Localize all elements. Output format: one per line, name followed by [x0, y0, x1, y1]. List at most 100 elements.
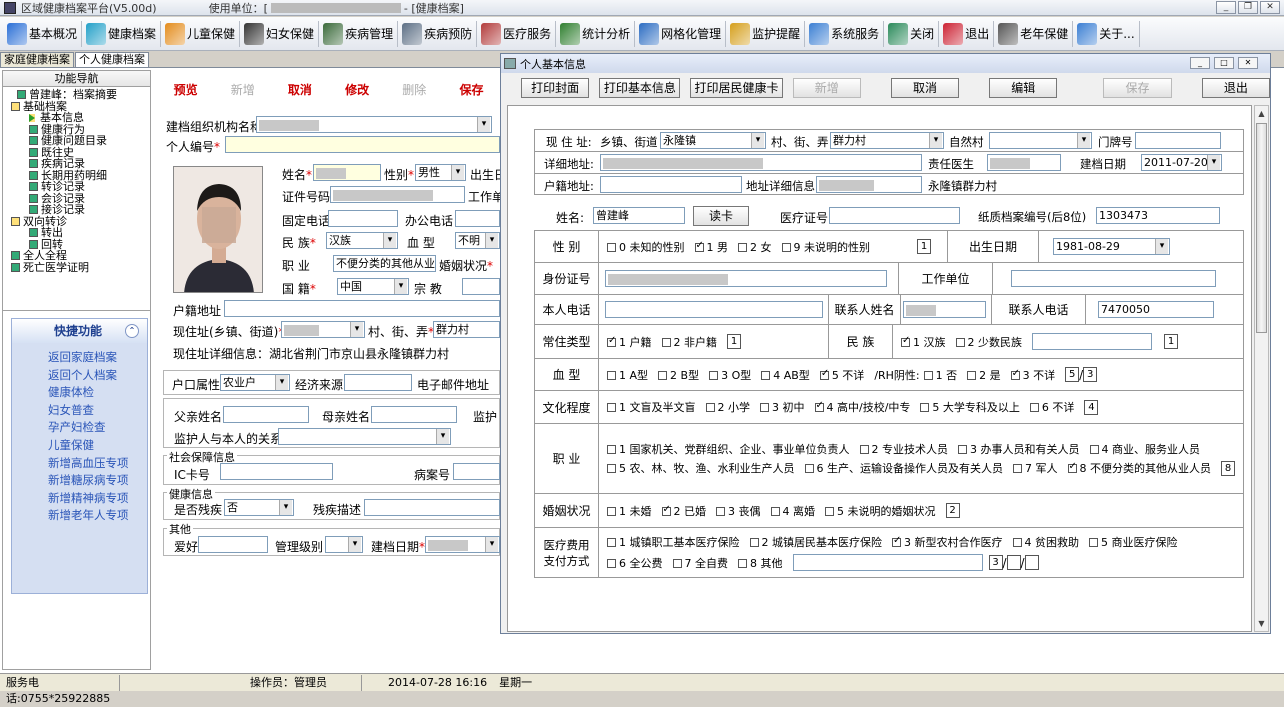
- quick-link[interactable]: 新增老年人专项: [12, 507, 147, 525]
- checkbox[interactable]: [804, 464, 814, 473]
- job-option[interactable]: 7 军人: [1013, 460, 1058, 476]
- add-button[interactable]: 新增: [214, 81, 271, 98]
- pay-code[interactable]: 3: [988, 555, 1003, 570]
- ethnic-option[interactable]: 1 汉族: [901, 334, 946, 350]
- checkbox[interactable]: [705, 403, 715, 412]
- quick-link[interactable]: 返回家庭档案: [12, 349, 147, 367]
- manage-level-select[interactable]: [325, 536, 363, 553]
- sex-option[interactable]: 0 未知的性别: [607, 239, 685, 255]
- rh-option[interactable]: 2 是: [967, 367, 1001, 383]
- checkbox[interactable]: [825, 506, 834, 516]
- pay-option[interactable]: 2 城镇居民基本医疗保险: [749, 534, 882, 550]
- checkbox[interactable]: [1029, 403, 1039, 412]
- pay-option[interactable]: 8 其他: [738, 555, 783, 571]
- dialog-button-1[interactable]: 打印基本信息: [599, 78, 681, 98]
- ethnic-other-field[interactable]: [1032, 333, 1152, 350]
- checkbox[interactable]: [607, 242, 616, 252]
- mother-field[interactable]: [371, 406, 457, 423]
- nav-tree-item[interactable]: 疾病记录: [11, 158, 148, 170]
- dlg-medno-field[interactable]: [829, 207, 960, 224]
- blood-code[interactable]: 5: [1065, 367, 1080, 382]
- hobby-field[interactable]: [198, 536, 268, 553]
- checkbox[interactable]: [923, 370, 933, 380]
- job-code[interactable]: 8: [1221, 460, 1235, 476]
- job-option[interactable]: 3 办事人员和有关人员: [958, 441, 1080, 457]
- quick-link[interactable]: 新增高血压专项: [12, 455, 147, 473]
- delete-button[interactable]: 删除: [386, 81, 443, 98]
- quick-link[interactable]: 孕产妇检查: [12, 419, 147, 437]
- job-field[interactable]: 不便分类的其他从业: [333, 255, 436, 272]
- checkbox[interactable]: [607, 445, 616, 454]
- blood-option[interactable]: 4 AB型: [761, 367, 810, 383]
- rh-option[interactable]: 3 不详: [1010, 367, 1055, 383]
- nav-tree-item[interactable]: 双向转诊: [11, 215, 148, 228]
- nav-tree-item[interactable]: 接诊记录: [11, 204, 148, 216]
- birth-date-field[interactable]: 1981-08-29: [1053, 238, 1170, 255]
- dialog-button-5[interactable]: 编辑: [989, 78, 1058, 98]
- dialog-button-2[interactable]: 打印居民健康卡: [690, 78, 783, 98]
- edu-code[interactable]: 4: [1084, 399, 1099, 415]
- quick-title[interactable]: 快捷功能 ⌃: [12, 319, 147, 343]
- huji-field[interactable]: [224, 300, 500, 317]
- build-date-field[interactable]: [425, 536, 500, 553]
- nav-tree-item[interactable]: 健康问题目录: [11, 135, 148, 147]
- dlg-natural-select[interactable]: [989, 132, 1092, 149]
- dlg-detail-field[interactable]: [600, 154, 922, 171]
- toolbar-button-8[interactable]: 网格化管理: [636, 19, 724, 49]
- father-field[interactable]: [223, 406, 309, 423]
- restore-button[interactable]: ❐: [1238, 1, 1258, 14]
- job-option[interactable]: 4 商业、服务业人员: [1089, 441, 1200, 457]
- checkbox[interactable]: [859, 445, 869, 454]
- toolbar-button-3[interactable]: 妇女保健: [241, 19, 317, 49]
- edu-option[interactable]: 2 小学: [705, 399, 750, 415]
- collapse-icon[interactable]: ⌃: [125, 324, 139, 338]
- checkbox[interactable]: [892, 535, 901, 547]
- checkbox[interactable]: [716, 506, 725, 516]
- case-field[interactable]: [453, 463, 500, 480]
- nation-select[interactable]: 中国: [337, 278, 409, 295]
- toolbar-button-6[interactable]: 医疗服务: [478, 19, 554, 49]
- ethnic-option[interactable]: 2 少数民族: [955, 334, 1022, 350]
- checkbox[interactable]: [958, 445, 967, 454]
- quick-link[interactable]: 妇女普查: [12, 402, 147, 420]
- job-option[interactable]: 6 生产、运输设备操作人员及有关人员: [804, 460, 1003, 476]
- pay-option[interactable]: 5 商业医疗保险: [1089, 534, 1178, 550]
- dlg-doctor-field[interactable]: [987, 154, 1061, 171]
- office-phone-field[interactable]: [455, 210, 500, 227]
- pay-option[interactable]: 4 贫困救助: [1012, 534, 1079, 550]
- checkbox[interactable]: [607, 558, 616, 568]
- work-field[interactable]: [1011, 270, 1216, 287]
- checkbox[interactable]: [738, 558, 747, 568]
- checkbox[interactable]: [661, 504, 671, 516]
- marry-option[interactable]: 5 未说明的婚姻状况: [825, 503, 936, 519]
- dlg-town-select[interactable]: 永隆镇: [660, 132, 766, 149]
- checkbox[interactable]: [814, 400, 824, 412]
- guardian-rel-select[interactable]: [278, 428, 451, 445]
- nav-tree-item[interactable]: 曾建峰：档案摘要: [11, 89, 148, 101]
- checkbox[interactable]: [955, 337, 965, 347]
- dialog-button-3[interactable]: 新增: [792, 78, 861, 98]
- edu-option[interactable]: 6 不详: [1029, 399, 1074, 415]
- pay-option[interactable]: 1 城镇职工基本医疗保险: [607, 534, 740, 550]
- job-option[interactable]: 2 专业技术人员: [859, 441, 948, 457]
- hukou-select[interactable]: 农业户: [220, 374, 290, 391]
- marry-option[interactable]: 2 已婚: [661, 503, 706, 519]
- save-button[interactable]: 保存: [443, 81, 500, 98]
- quick-link[interactable]: 新增精神病专项: [12, 490, 147, 508]
- phone-field[interactable]: [328, 210, 398, 227]
- quick-link[interactable]: 健康体检: [12, 384, 147, 402]
- dlg-door-field[interactable]: [1135, 132, 1221, 149]
- rh-option[interactable]: 1 否: [923, 367, 957, 383]
- nav-tree-item[interactable]: 基本信息: [11, 112, 148, 124]
- preview-button[interactable]: 预览: [157, 81, 214, 98]
- toolbar-button-0[interactable]: 基本概况: [4, 19, 80, 49]
- ethnic-code[interactable]: 1: [1164, 334, 1178, 349]
- dialog-maximize-button[interactable]: □: [1214, 57, 1234, 69]
- reside-option[interactable]: 2 非户籍: [661, 334, 717, 350]
- checkbox[interactable]: [607, 464, 616, 473]
- dlg-paper-field[interactable]: 1303473: [1096, 207, 1220, 224]
- blood-option[interactable]: 1 A型: [607, 367, 648, 383]
- job-option[interactable]: 5 农、林、牧、渔、水利业生产人员: [607, 460, 795, 476]
- pay-other-field[interactable]: [792, 554, 983, 571]
- nav-tree-item[interactable]: 转出: [11, 227, 148, 239]
